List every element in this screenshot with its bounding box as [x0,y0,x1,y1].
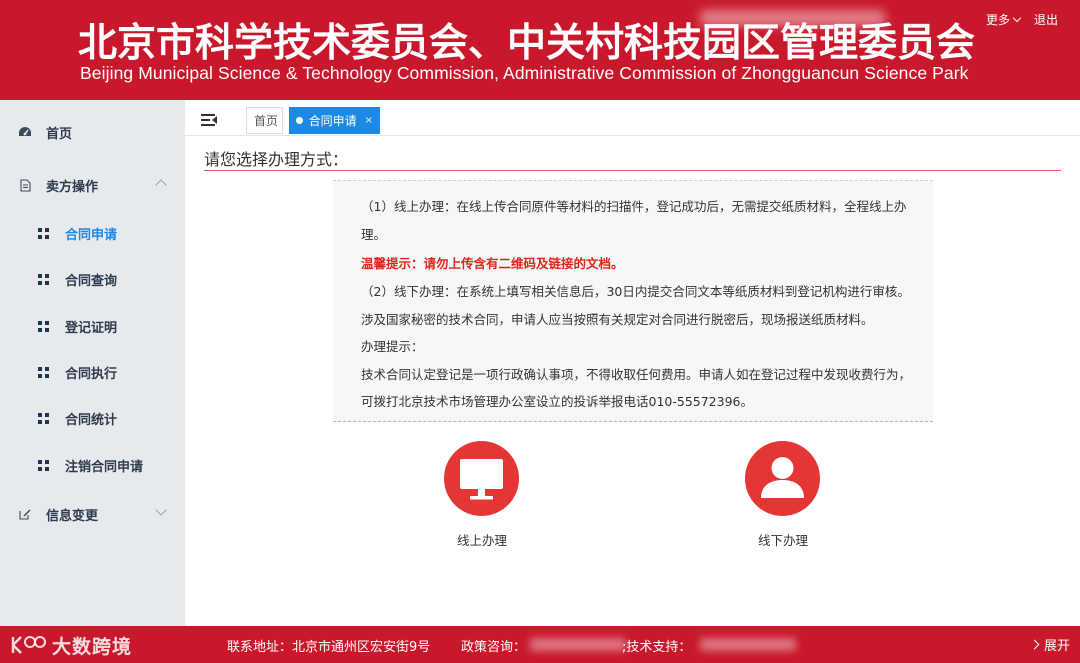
notice-line: 涉及国家秘密的技术合同，申请人应当按照有关规定对合同进行脱密后，现场报送纸质材料… [361,312,874,327]
watermark-logo: 大数跨境 [10,632,132,658]
close-icon[interactable]: × [365,115,373,126]
logout-link[interactable]: 退出 [1034,11,1058,28]
sidebar-label-seller-ops: 卖方操作 [46,179,99,195]
sidebar-item-seller-ops[interactable]: 卖方操作 [0,165,185,205]
footer-support: ;技术支持： [622,640,692,655]
tab-home[interactable]: 首页 [246,107,283,134]
notice-box: （1）线上办理：在线上传合同原件等材料的扫描件，登记成功后，无需提交纸质材料，全… [333,180,933,422]
online-option-button[interactable]: 线上办理 [422,441,542,551]
title-divider [204,170,1061,171]
sidebar-label-info-change: 信息变更 [46,508,99,524]
sidebar-item-info-change[interactable]: 信息变更 [0,494,185,534]
tab-active-label: 合同申请 [308,114,357,128]
sidebar-sub-label: 合同申请 [65,227,118,243]
grid-icon [38,320,49,332]
expand-label: 展开 [1043,639,1070,654]
blurred-phone [530,638,626,651]
tab-home-label: 首页 [254,114,279,128]
chevron-down-icon [155,504,167,516]
notice-line: 理。 [361,227,387,242]
sidebar-item-registration-proof[interactable]: 登记证明 [0,306,185,346]
sidebar: 首页 卖方操作 合同申请 合同查询 登记证明 合同执行 合同统计 注销合同申请 … [0,100,185,626]
sidebar-label-home: 首页 [46,126,73,142]
menu-collapse-icon[interactable] [201,114,217,126]
online-option-label: 线上办理 [456,533,507,548]
notice-line: 可拨打北京技术市场管理办公室设立的投诉举报电话010-55572396。 [361,394,753,409]
active-dot-icon [296,117,303,124]
grid-icon [38,227,49,239]
warning-text: 温馨提示：请勿上传含有二维码及链接的文档。 [361,256,624,271]
sidebar-sub-label: 合同执行 [65,366,118,382]
notice-line: （2）线下办理：在系统上填写相关信息后，30日内提交合同文本等纸质材料到登记机构… [361,284,910,299]
footer-policy: 政策咨询： [461,640,527,655]
tab-bar: 首页 合同申请 × [185,100,1080,136]
header-banner: 更多 退出 北京市科学技术委员会、中关村科技园区管理委员会 Beijing Mu… [0,0,1080,100]
notice-line: 办理提示： [361,339,424,354]
more-link[interactable]: 更多 [986,11,1010,28]
footer-address: 联系地址：北京市通州区宏安街9号 [227,640,431,655]
offline-option-button[interactable]: 线下办理 [723,441,843,551]
notice-line: （1）线上办理：在线上传合同原件等材料的扫描件，登记成功后，无需提交纸质材料，全… [361,199,907,214]
grid-icon [38,412,49,424]
grid-icon [38,366,49,378]
offline-option-label: 线下办理 [757,533,808,548]
page: 更多 退出 北京市科学技术委员会、中关村科技园区管理委员会 Beijing Mu… [0,0,1080,663]
sidebar-item-cancel-contract[interactable]: 注销合同申请 [0,445,185,485]
page-title: 请您选择办理方式： [204,150,349,169]
edit-icon [18,507,32,521]
brand-logo-icon [11,636,46,654]
dashboard-icon [18,125,32,139]
chevron-down-icon[interactable] [1012,13,1022,23]
blurred-phone [700,638,796,651]
sidebar-item-contract-execution[interactable]: 合同执行 [0,352,185,392]
notice-line: 技术合同认定登记是一项行政确认事项，不得收取任何费用。申请人如在登记过程中发现收… [361,367,912,382]
brand-name: 大数跨境 [52,635,133,658]
site-title-en: Beijing Municipal Science & Technology C… [80,63,969,83]
tab-contract-apply[interactable]: 合同申请 × [289,107,380,134]
sidebar-item-contract-stats[interactable]: 合同统计 [0,398,185,438]
sidebar-sub-label: 登记证明 [65,320,118,336]
user-icon [745,441,820,516]
grid-icon [38,459,49,471]
chevron-right-icon [1029,639,1040,650]
site-title-cn: 北京市科学技术委员会、中关村科技园区管理委员会 [78,21,976,66]
expand-button[interactable]: 展开 [1029,635,1070,654]
sidebar-item-contract-query[interactable]: 合同查询 [0,259,185,299]
grid-icon [38,273,49,285]
monitor-icon [444,441,519,516]
sidebar-sub-label: 合同统计 [65,412,118,428]
sidebar-sub-label: 注销合同申请 [65,459,144,475]
footer: 大数跨境 联系地址：北京市通州区宏安街9号 政策咨询： ;技术支持： 展开 [0,626,1080,663]
document-icon [18,178,32,192]
sidebar-item-contract-apply[interactable]: 合同申请 [0,213,185,253]
sidebar-item-home[interactable]: 首页 [0,112,185,152]
sidebar-sub-label: 合同查询 [65,273,118,289]
chevron-up-icon [155,179,167,191]
